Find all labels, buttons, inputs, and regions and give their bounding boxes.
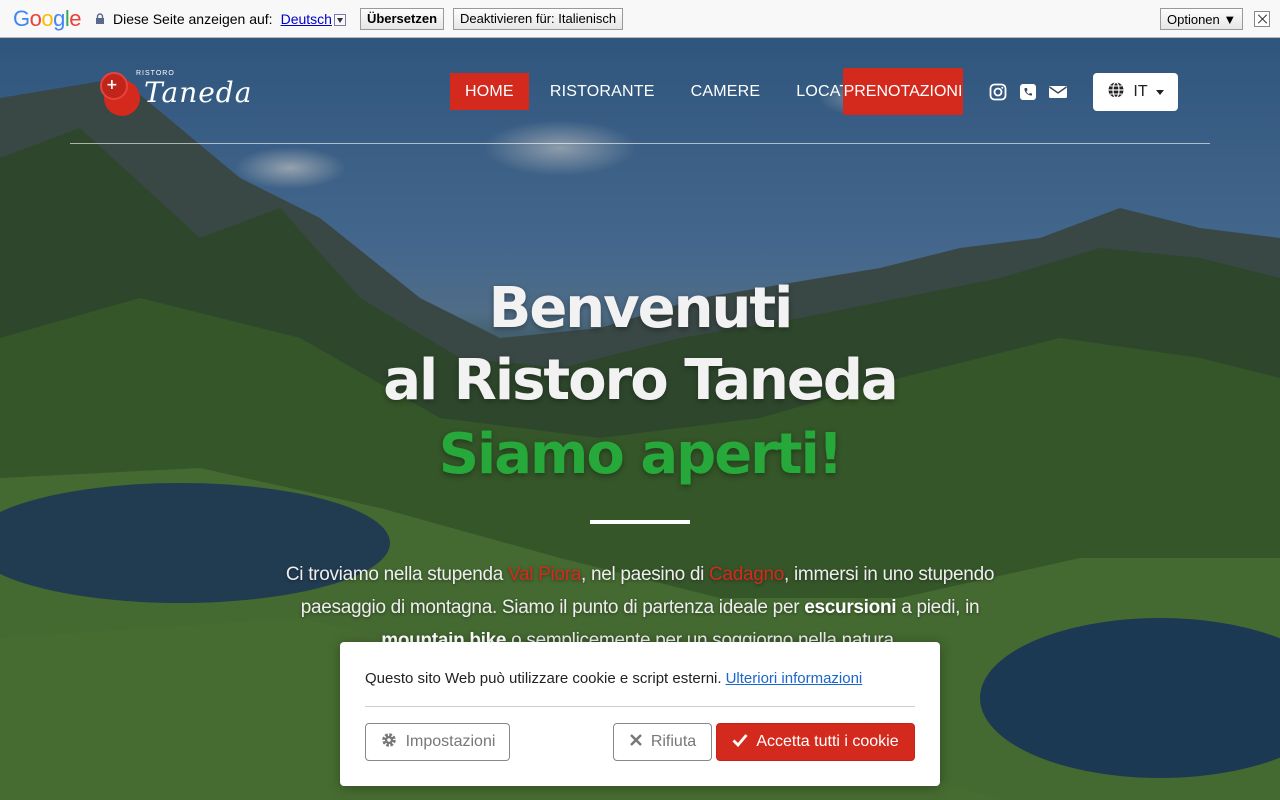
mail-icon[interactable] <box>1048 82 1068 102</box>
google-logo: Google <box>13 5 82 31</box>
logo-script-text: Taneda <box>144 76 253 109</box>
link-cadagno[interactable]: Cadagno <box>709 564 784 585</box>
nav-item-camere[interactable]: CAMERE <box>676 73 776 110</box>
link-val-piora[interactable]: Val Piora <box>508 564 581 585</box>
options-button[interactable]: Optionen ▼ <box>1160 8 1244 30</box>
phone-icon[interactable] <box>1018 82 1038 102</box>
lock-icon <box>95 13 105 24</box>
check-icon <box>732 733 748 752</box>
cookie-settings-button[interactable]: Impostazioni <box>365 723 510 761</box>
cookie-divider <box>365 706 915 707</box>
chevron-down-icon <box>1155 89 1164 95</box>
hero-divider <box>590 520 690 524</box>
nav-item-home[interactable]: HOME <box>450 73 529 110</box>
nav-item-ristorante[interactable]: RISTORANTE <box>535 73 670 110</box>
cookie-message: Questo sito Web può utilizzare cookie e … <box>365 670 863 687</box>
more-info-link[interactable]: Ulteriori informazioni <box>726 670 863 687</box>
site-logo[interactable]: + RISTORO Taneda <box>100 58 251 120</box>
nav-divider <box>70 143 1210 144</box>
translate-button[interactable]: Übersetzen <box>359 7 445 30</box>
cookie-reject-button[interactable]: Rifiuta <box>613 723 712 761</box>
translate-bar: Google Diese Seite anzeigen auf: Deutsch… <box>0 0 1280 38</box>
language-label: IT <box>1133 83 1148 100</box>
globe-icon <box>1107 81 1125 104</box>
close-icon <box>629 733 643 752</box>
social-links <box>988 82 1068 102</box>
cookie-accept-button[interactable]: Accetta tutti i cookie <box>716 723 915 761</box>
instagram-icon[interactable] <box>988 82 1008 102</box>
hero-title-line2: al Ristoro Taneda <box>383 348 898 413</box>
cookie-banner: Questo sito Web può utilizzare cookie e … <box>340 642 940 786</box>
language-selector[interactable]: IT <box>1093 73 1178 111</box>
swiss-cross-icon: + <box>106 77 118 93</box>
close-icon[interactable] <box>1254 11 1270 27</box>
deactivate-button[interactable]: Deaktivieren für: Italienisch <box>453 7 624 30</box>
hero-title-line1: Benvenuti <box>488 276 794 341</box>
translate-prompt: Diese Seite anzeigen auf: <box>113 10 273 27</box>
booking-button[interactable]: PRENOTAZIONI <box>843 68 963 115</box>
language-dropdown-arrow[interactable] <box>333 13 346 26</box>
main-nav: HOME RISTORANTE CAMERE LOCATION <box>450 73 894 110</box>
translate-language-link[interactable]: Deutsch <box>281 11 332 27</box>
gear-icon <box>380 731 398 754</box>
open-status: Siamo aperti! <box>438 422 844 487</box>
